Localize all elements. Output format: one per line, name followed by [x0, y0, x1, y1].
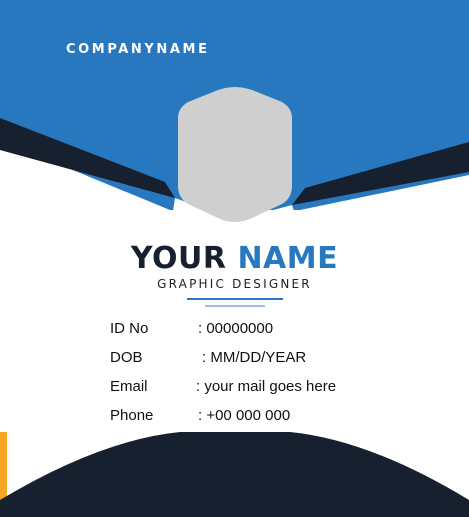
company-name: COMPANYNAME: [66, 42, 210, 57]
holder-name-last: NAME: [237, 241, 339, 276]
field-label: Email: [110, 378, 148, 395]
photo-placeholder-icon: [178, 87, 292, 222]
field-value: : +00 000 000: [198, 407, 291, 424]
holder-name: YOUR NAME: [0, 241, 469, 276]
field-label: Phone: [110, 407, 154, 424]
holder-name-first: YOUR: [130, 241, 227, 276]
divider-line-top: [187, 298, 283, 300]
field-value: : MM/DD/YEAR: [202, 349, 307, 366]
field-value: : 00000000: [198, 320, 274, 337]
job-title: GRAPHIC DESIGNER: [157, 277, 312, 291]
divider-line-bottom: [205, 305, 265, 307]
field-label: DOB: [110, 349, 143, 366]
field-value: : your mail goes here: [196, 378, 337, 395]
id-card: COMPANYNAME YOUR NAME GRAPHIC DESIGNER I…: [0, 0, 469, 517]
field-label: ID No: [110, 320, 149, 337]
footer-dark-shape: [0, 432, 469, 517]
